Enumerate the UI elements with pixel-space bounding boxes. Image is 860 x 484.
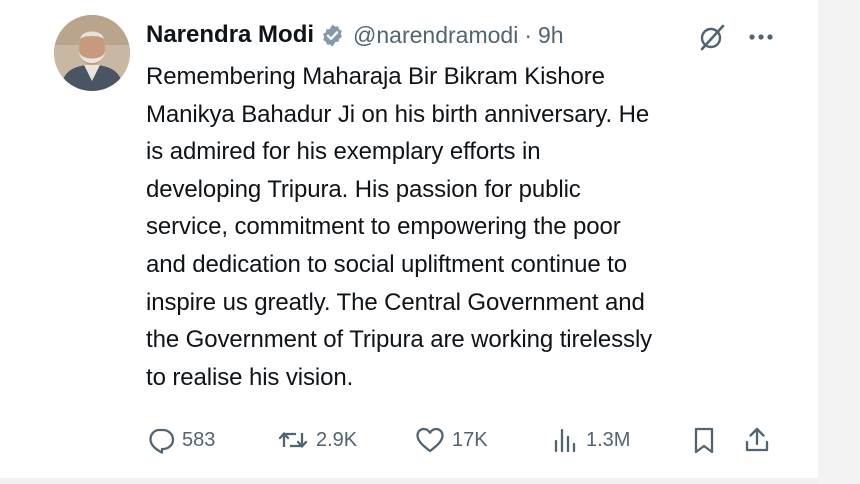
like-button[interactable]: 17K [414,420,488,460]
tweet-text: Remembering Maharaja Bir Bikram Kishore … [146,63,653,391]
header-separator: · [524,21,532,48]
more-options-icon[interactable] [744,22,778,52]
author-handle[interactable]: @narendramodi [353,22,518,49]
views-icon [554,428,576,453]
views-button[interactable]: 1.3M [550,420,630,460]
share-icon [745,427,769,452]
share-button[interactable] [742,420,772,460]
bookmark-button[interactable] [690,420,718,460]
tweet-header: Narendra Modi @narendramodi · 9h [146,18,786,52]
reply-icon [149,428,175,454]
repost-count: 2.9K [316,428,358,451]
like-count: 17K [452,428,488,451]
action-bar: 583 2.9K 17K 1.3M [146,420,786,460]
timestamp[interactable]: 9h [538,22,564,49]
avatar[interactable] [54,15,130,91]
grok-icon[interactable] [697,22,727,52]
bookmark-icon [694,427,714,454]
views-count: 1.3M [586,428,631,451]
repost-icon [278,432,308,448]
page-edge [818,0,860,484]
tweet-card: Narendra Modi @narendramodi · 9h Remembe… [0,0,860,484]
reply-count: 583 [182,428,216,451]
author-name[interactable]: Narendra Modi [146,21,314,49]
repost-button[interactable]: 2.9K [276,420,357,460]
reply-button[interactable]: 583 [146,420,215,460]
verified-badge-icon [320,23,345,48]
divider [0,478,818,484]
heart-icon [416,427,444,453]
